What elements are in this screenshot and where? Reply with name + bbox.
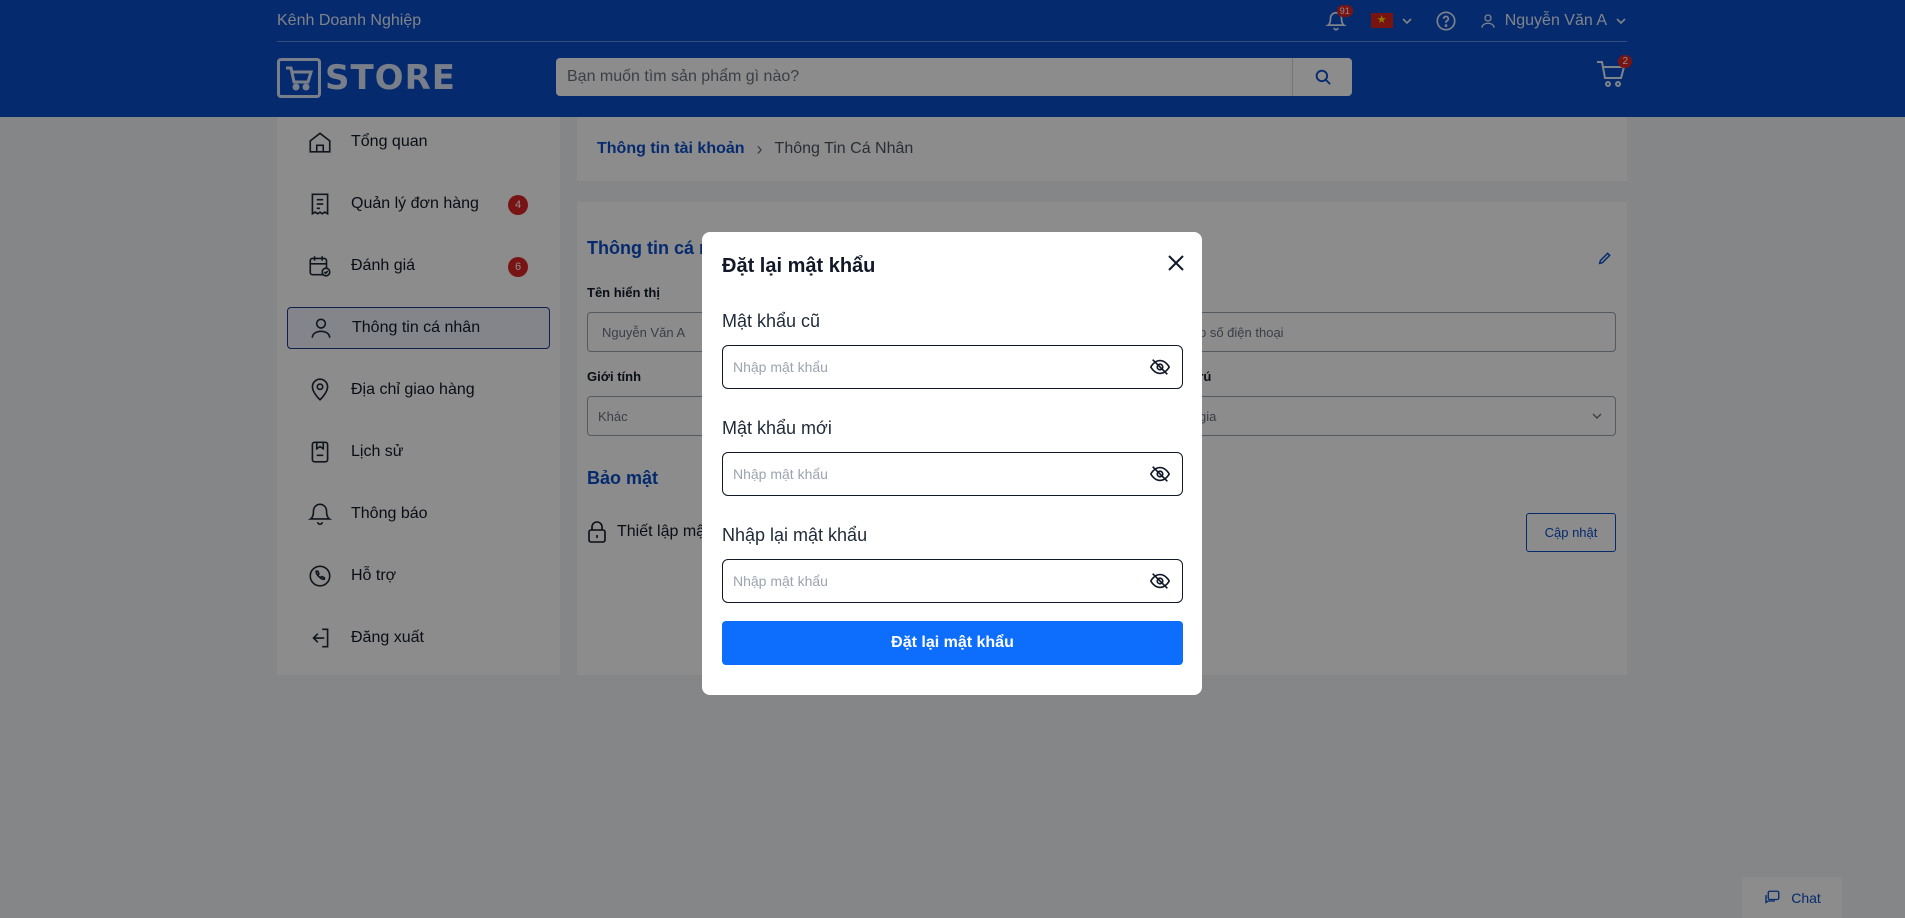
confirm-password-field bbox=[722, 559, 1183, 603]
confirm-password-input[interactable] bbox=[723, 560, 1138, 602]
old-password-field bbox=[722, 345, 1183, 389]
eye-off-icon bbox=[1149, 359, 1171, 375]
close-icon bbox=[1168, 255, 1184, 271]
new-password-input[interactable] bbox=[723, 453, 1138, 495]
toggle-visibility-button[interactable] bbox=[1138, 559, 1182, 603]
toggle-visibility-button[interactable] bbox=[1138, 345, 1182, 389]
close-button[interactable] bbox=[1162, 249, 1190, 277]
eye-off-icon bbox=[1149, 466, 1171, 482]
dialog-title: Đặt lại mật khẩu bbox=[722, 255, 876, 277]
new-password-field bbox=[722, 452, 1183, 496]
new-password-label: Mật khẩu mới bbox=[722, 418, 832, 438]
confirm-password-label: Nhập lại mật khẩu bbox=[722, 525, 868, 545]
reset-password-dialog: Đặt lại mật khẩu Mật khẩu cũ Mật khẩu mớ… bbox=[702, 232, 1202, 695]
old-password-label: Mật khẩu cũ bbox=[722, 311, 821, 331]
old-password-input[interactable] bbox=[723, 346, 1138, 388]
toggle-visibility-button[interactable] bbox=[1138, 452, 1182, 496]
reset-password-submit-button[interactable]: Đặt lại mật khẩu bbox=[722, 621, 1183, 665]
eye-off-icon bbox=[1149, 573, 1171, 589]
